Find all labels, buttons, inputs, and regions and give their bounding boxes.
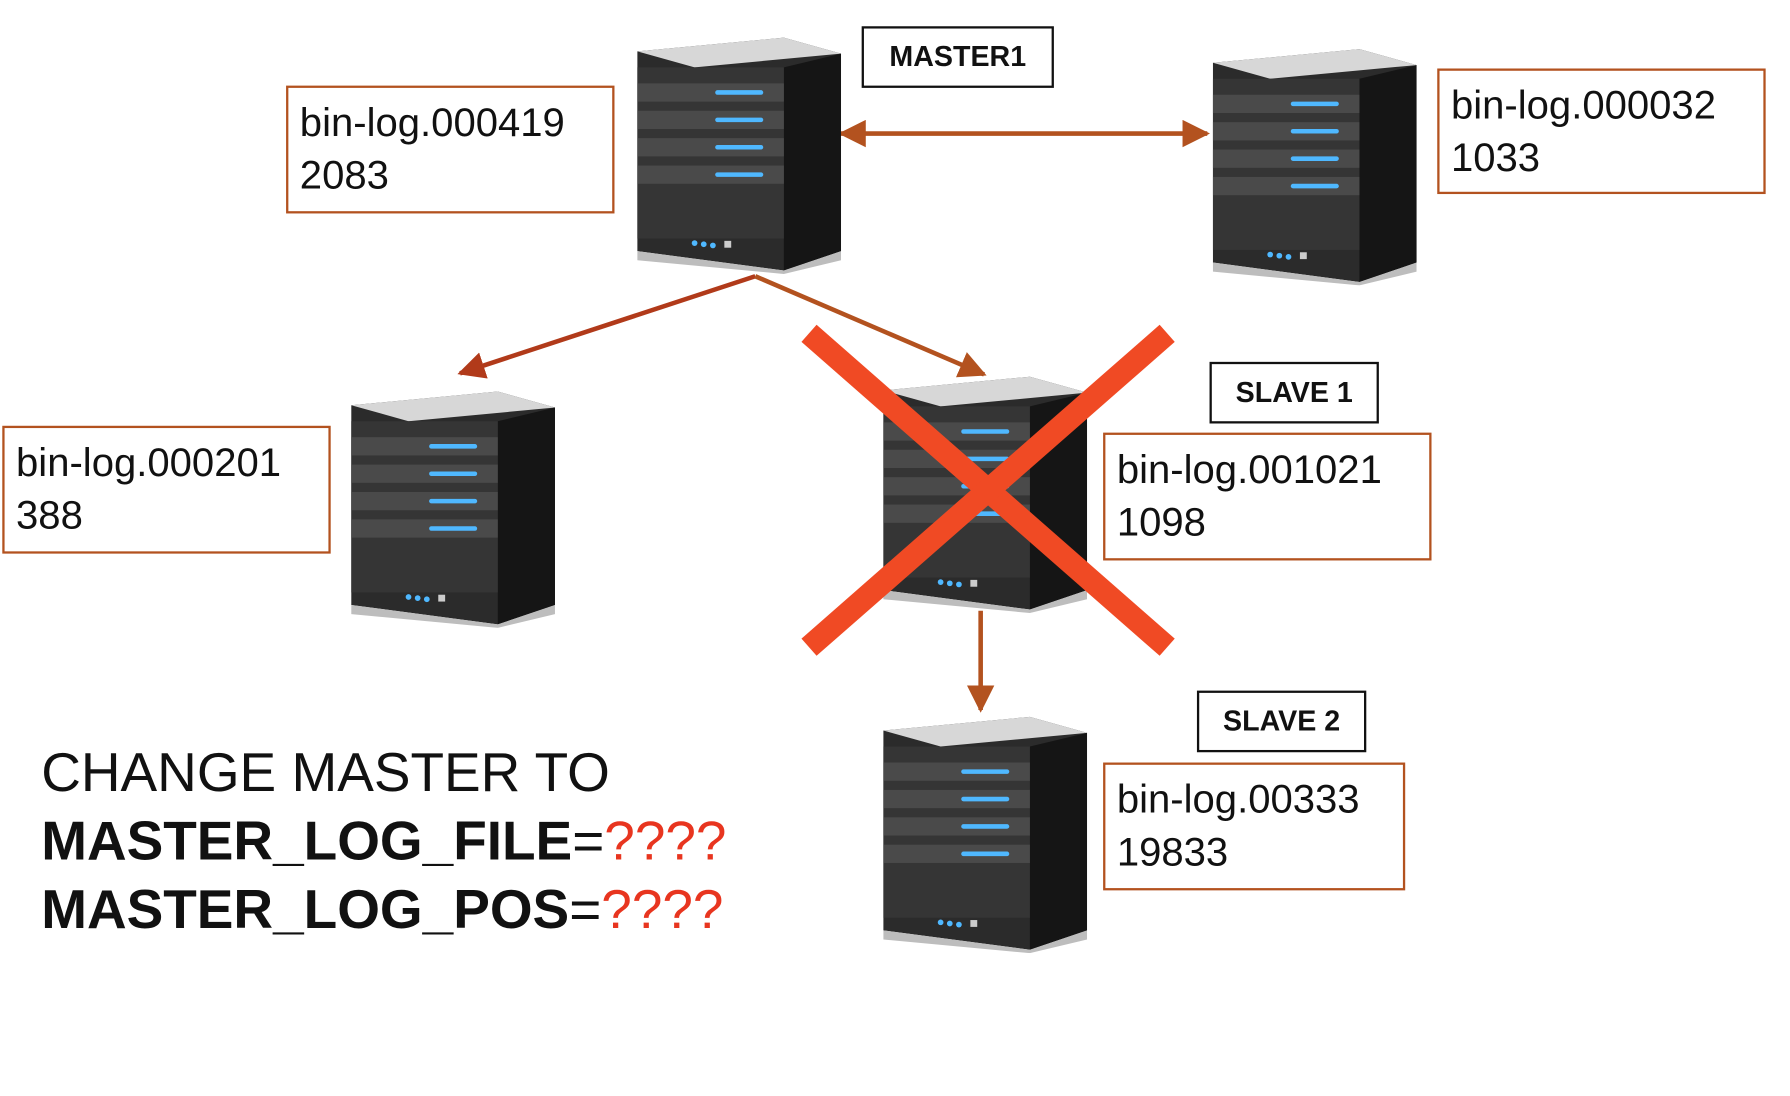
binlog-position: 2083	[299, 152, 389, 198]
server-tower-icon	[351, 391, 555, 628]
binlog-box-master1: bin-log.000419 2083	[286, 85, 615, 214]
command-line-log-pos: MASTER_LOG_POS=????	[41, 877, 726, 945]
unknown-value: ????	[604, 811, 727, 873]
binlog-file: bin-log.000201	[16, 440, 282, 486]
replication-diagram: MASTER1 SLAVE 1 SLAVE 2 bin-log.000419 2…	[0, 0, 1790, 1096]
equals-sign: =	[569, 880, 602, 941]
binlog-position: 1098	[1116, 499, 1206, 545]
binlog-file: bin-log.000032	[1450, 83, 1716, 128]
unknown-value: ????	[601, 880, 724, 941]
binlog-file: bin-log.000419	[299, 100, 565, 145]
server-left-slave	[338, 382, 555, 628]
binlog-box-slave1: bin-log.001021 1098	[1103, 432, 1432, 561]
label-slave1: SLAVE 1	[1209, 361, 1379, 424]
server-tower-icon	[883, 716, 1088, 954]
binlog-box-slave2: bin-log.00333 19833	[1103, 762, 1406, 891]
label-slave2: SLAVE 2	[1196, 690, 1367, 753]
change-master-command: CHANGE MASTER TO MASTER_LOG_FILE=???? MA…	[41, 740, 726, 945]
equals-sign: =	[572, 811, 605, 873]
command-line-log-file: MASTER_LOG_FILE=????	[41, 808, 726, 876]
binlog-position: 19833	[1116, 829, 1229, 875]
binlog-position: 388	[16, 493, 83, 538]
binlog-position: 1033	[1450, 135, 1541, 181]
log-pos-key: MASTER_LOG_POS	[41, 880, 570, 941]
binlog-box-peer: bin-log.000032 1033	[1437, 68, 1766, 195]
server-master1	[624, 29, 842, 274]
arrow-master-left-slave	[457, 274, 756, 379]
binlog-file: bin-log.00333	[1116, 777, 1360, 822]
command-line-1: CHANGE MASTER TO	[41, 743, 610, 804]
server-tower-icon	[1212, 49, 1417, 286]
binlog-file: bin-log.001021	[1116, 447, 1382, 492]
server-peer	[1199, 40, 1417, 286]
log-file-key: MASTER_LOG_FILE	[41, 811, 573, 873]
server-slave2	[870, 708, 1088, 954]
label-master1: MASTER1	[861, 26, 1054, 88]
server-tower-icon	[637, 37, 842, 274]
binlog-box-left-slave: bin-log.000201 388	[2, 425, 331, 554]
